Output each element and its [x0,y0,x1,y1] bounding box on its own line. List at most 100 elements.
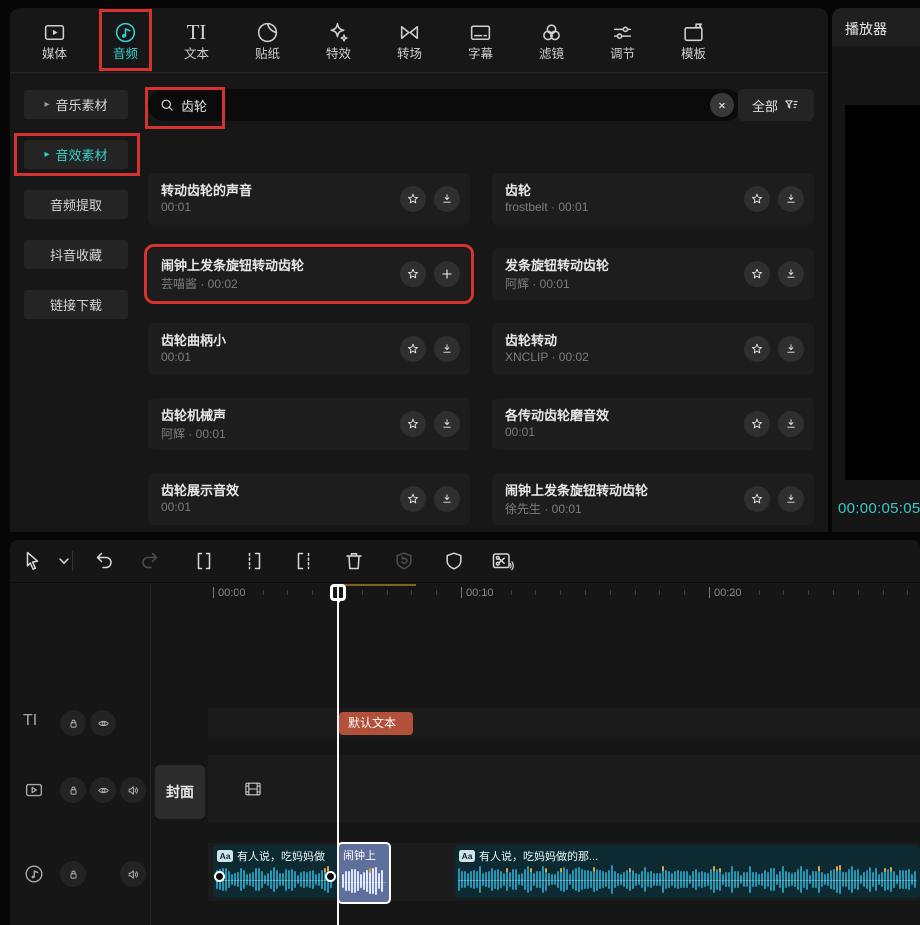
split-icon [192,549,216,573]
download-button[interactable] [778,411,804,437]
toolbar-divider [72,551,73,571]
ruler-tick [263,590,264,595]
sound-card-6[interactable]: 齿轮机械声 阿辉 · 00:01 [148,398,470,450]
search-icon [158,96,176,114]
sidebar-item-4[interactable]: 链接下载 [24,290,128,319]
download-button[interactable] [778,261,804,287]
audio-clip-speech-2[interactable]: Aa 有人说，吃妈妈做的那... [455,845,920,898]
sidebar-item-3[interactable]: 抖音收藏 [24,240,128,269]
tab-effects[interactable]: 特效 [303,8,374,72]
trim-right-button[interactable] [292,549,316,573]
download-icon [784,416,798,432]
favorite-button[interactable] [744,186,770,212]
smart-clip-button[interactable] [490,549,514,573]
ruler-tick [461,587,462,598]
timeline-ruler[interactable]: 00:0000:1000:20 [150,584,920,606]
sound-card-1[interactable]: 齿轮 frostbelt · 00:01 [492,173,814,225]
download-button[interactable] [778,486,804,512]
favorite-button[interactable] [400,336,426,362]
trim-left-icon [242,549,266,573]
track-header-divider [150,584,151,925]
fade-in-handle[interactable] [214,871,225,882]
tab-media[interactable]: 媒体 [19,8,90,72]
favorite-button[interactable] [400,186,426,212]
sound-card-8[interactable]: 齿轮展示音效 00:01 [148,473,470,525]
favorite-button[interactable] [744,336,770,362]
ruler-tick [635,590,636,595]
ruler-tick [238,590,239,595]
tab-text[interactable]: TI文本 [161,8,232,72]
playhead-line[interactable] [337,586,339,925]
sound-card-3[interactable]: 发条旋钮转动齿轮 阿辉 · 00:01 [492,248,814,300]
favorite-button[interactable] [400,261,426,287]
tab-sticker[interactable]: 贴纸 [232,8,303,72]
audio-clip-sfx-selected[interactable]: 闹钟上 [337,842,391,904]
video-track-icon [23,779,45,801]
mirror-button[interactable] [442,549,466,573]
tab-subtitle[interactable]: 字幕 [445,8,516,72]
audio-clip-speech-1[interactable]: Aa 有人说，吃妈妈做 [213,845,337,898]
sound-card-5[interactable]: 齿轮转动 XNCLIP · 00:02 [492,323,814,375]
download-button[interactable] [778,186,804,212]
select-tool-button[interactable] [20,549,44,573]
lock-toggle[interactable] [60,777,86,803]
audio-track-icon [23,863,45,885]
undo-button[interactable] [92,549,116,573]
speaker-toggle[interactable] [120,861,146,887]
lock-toggle[interactable] [60,710,86,736]
tab-filter[interactable]: 滤镜 [516,8,587,72]
lock-toggle[interactable] [60,861,86,887]
search-input[interactable]: 齿轮 [148,89,742,121]
trim-left-button[interactable] [242,549,266,573]
audio-track-icon [23,863,45,885]
favorite-button[interactable] [744,261,770,287]
download-button[interactable] [434,411,460,437]
tab-audio[interactable]: 音频 [90,8,161,72]
speaker-toggle[interactable] [120,777,146,803]
sound-card-0[interactable]: 转动齿轮的声音 00:01 [148,173,470,225]
filter-button[interactable]: 全部 [738,89,814,121]
star-icon [750,266,764,282]
tab-adjust[interactable]: 调节 [587,8,658,72]
tab-template[interactable]: 模板 [658,8,729,72]
triangle-arrow-icon: ▸ [44,149,49,160]
favorite-button[interactable] [400,486,426,512]
text-clip[interactable]: 默认文本 [339,712,413,735]
star-icon [406,266,420,282]
audio-clip-label: 有人说，吃妈妈做的那... [479,848,598,864]
favorite-button[interactable] [400,411,426,437]
sound-card-9[interactable]: 闹钟上发条旋钮转动齿轮 徐先生 · 00:01 [492,473,814,525]
media-icon [42,20,67,45]
download-button[interactable] [434,186,460,212]
ruler-tick [858,590,859,595]
sidebar-item-2[interactable]: 音频提取 [24,190,128,219]
app-window: 媒体音频TI文本贴纸特效转场字幕滤镜调节模板 ▸音乐素材 ▸音效素材音频提取抖音收… [0,0,920,925]
add-to-track-button[interactable] [434,261,460,287]
sidebar-item-1[interactable]: ▸音效素材 [24,140,128,169]
eye-toggle[interactable] [90,710,116,736]
ruler-tick [659,590,660,595]
favorite-button[interactable] [744,486,770,512]
sound-card-2[interactable]: 闹钟上发条旋钮转动齿轮 芸喵酱 · 00:02 [148,248,470,300]
download-button[interactable] [434,486,460,512]
cover-button[interactable]: 封面 [155,765,205,819]
waveform [216,864,334,895]
download-button[interactable] [778,336,804,362]
sound-card-7[interactable]: 各传动齿轮磨音效 00:01 [492,398,814,450]
video-track-lane [208,755,920,823]
delete-button[interactable] [342,549,366,573]
eye-toggle[interactable] [90,777,116,803]
sidebar-item-0[interactable]: ▸音乐素材 [24,90,128,119]
smart-clip-icon [490,549,514,573]
tab-transition[interactable]: 转场 [374,8,445,72]
download-icon [784,341,798,357]
split-button[interactable] [192,549,216,573]
sound-card-4[interactable]: 齿轮曲柄小 00:01 [148,323,470,375]
playhead-handle[interactable] [330,584,346,601]
favorite-button[interactable] [744,411,770,437]
video-preview[interactable] [845,105,920,480]
text-track-icon: TI [23,712,37,729]
clear-search-button[interactable] [710,93,734,117]
download-button[interactable] [434,336,460,362]
fade-out-handle[interactable] [325,871,336,882]
